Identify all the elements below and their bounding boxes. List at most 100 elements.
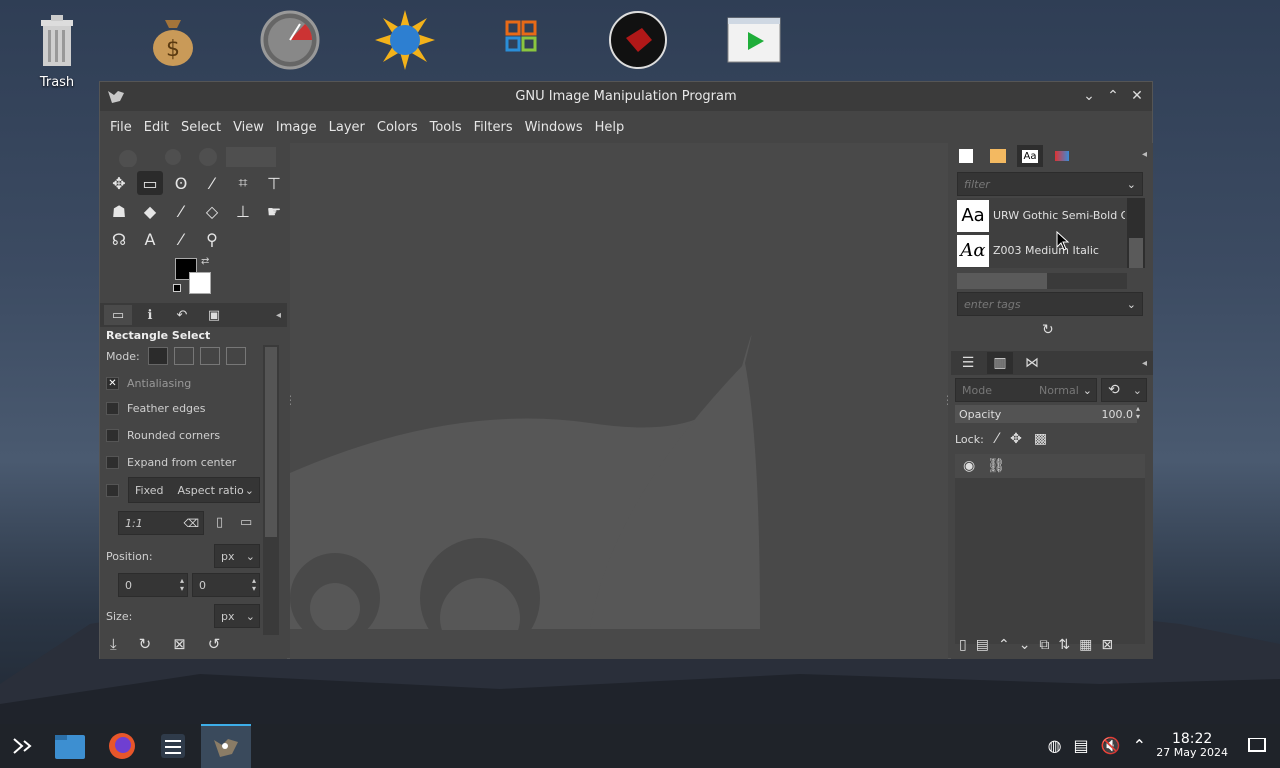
chain-icon[interactable]: ⛓: [987, 458, 1005, 474]
reset-options-icon[interactable]: ↺: [208, 635, 221, 653]
tags-input[interactable]: enter tags ⌄: [957, 292, 1143, 316]
show-desktop-icon[interactable]: [1248, 738, 1266, 752]
clear-field-icon[interactable]: ⌫: [183, 517, 199, 530]
ratio-field[interactable]: 1:1 ⌫: [118, 511, 204, 535]
move-tool-icon[interactable]: ✥: [106, 171, 132, 195]
fixed-checkbox[interactable]: [106, 483, 119, 497]
list-item[interactable]: Aa URW Gothic Semi-Bold Oblique: [957, 198, 1127, 233]
font-list-scrollbar[interactable]: [1127, 198, 1145, 268]
size-unit-select[interactable]: px ⌄: [214, 604, 260, 628]
left-dock-handle[interactable]: ⋮: [290, 393, 296, 407]
antialiasing-row[interactable]: ✕ Antialiasing: [106, 373, 191, 393]
configure-tab-icon[interactable]: ◂: [1142, 358, 1147, 369]
new-group-icon[interactable]: ▤: [976, 637, 989, 653]
raise-layer-icon[interactable]: ⌃: [998, 637, 1010, 653]
delete-options-icon[interactable]: ⊠: [173, 635, 186, 653]
minimize-button[interactable]: ⌄: [1080, 86, 1098, 106]
rounded-corners-checkbox[interactable]: [106, 428, 119, 442]
lock-alpha-icon[interactable]: ▩: [1034, 431, 1047, 447]
desktop-office[interactable]: [486, 10, 556, 73]
smudge-tool-icon[interactable]: ☛: [261, 199, 287, 223]
position-unit-select[interactable]: px ⌄: [214, 544, 260, 568]
bucket-fill-tool-icon[interactable]: ◆: [137, 199, 163, 223]
spinner-icon[interactable]: ▴ ▾: [1136, 405, 1140, 421]
composite-mode-select[interactable]: ⟲ ⌄: [1101, 378, 1147, 402]
maximize-button[interactable]: ⌃: [1104, 86, 1122, 106]
color-picker-tool-icon[interactable]: ⁄: [168, 227, 194, 251]
desktop-globe[interactable]: [370, 10, 440, 73]
zoom-tool-icon[interactable]: ⚲: [199, 227, 225, 251]
restore-options-icon[interactable]: ↻: [139, 635, 152, 653]
mode-subtract-icon[interactable]: [199, 347, 220, 365]
spinner-icon[interactable]: ▴ ▾: [252, 577, 256, 593]
menu-colors[interactable]: Colors: [371, 120, 424, 135]
mask-layer-icon[interactable]: ▦: [1079, 637, 1092, 653]
image-canvas[interactable]: ⋮ ⋮: [290, 143, 948, 659]
duplicate-layer-icon[interactable]: ⧉: [1039, 637, 1049, 653]
titlebar[interactable]: GNU Image Manipulation Program ⌄ ⌃ ✕: [100, 82, 1152, 111]
list-item[interactable]: Aα Z003 Medium Italic: [957, 233, 1127, 268]
taskbar-firefox[interactable]: [99, 724, 145, 768]
tool-options-scrollbar[interactable]: [263, 345, 279, 635]
desktop-trash[interactable]: Trash: [22, 10, 92, 90]
menu-select[interactable]: Select: [175, 120, 227, 135]
delete-layer-icon[interactable]: ⊠: [1101, 637, 1113, 653]
tab-brushes-icon[interactable]: [953, 145, 979, 167]
menu-filters[interactable]: Filters: [468, 120, 519, 135]
tab-paths-icon[interactable]: ⋈: [1019, 352, 1045, 374]
menu-help[interactable]: Help: [589, 120, 631, 135]
clone-tool-icon[interactable]: ⊥: [230, 199, 256, 223]
network-icon[interactable]: ◍: [1048, 736, 1062, 755]
landscape-icon[interactable]: ▭: [240, 515, 252, 530]
rounded-corners-row[interactable]: Rounded corners: [106, 425, 220, 445]
fixed-dropdown[interactable]: Fixed Aspect ratio ⌄: [128, 477, 260, 503]
expand-center-row[interactable]: Expand from center: [106, 452, 236, 472]
portrait-icon[interactable]: ▯: [216, 515, 223, 530]
menu-tools[interactable]: Tools: [424, 120, 468, 135]
opacity-slider[interactable]: Opacity 100.0: [955, 405, 1137, 423]
eye-icon[interactable]: ◉: [963, 458, 975, 474]
default-colors-icon[interactable]: [173, 284, 181, 292]
taskbar-settings[interactable]: [150, 724, 196, 768]
tab-device-status-icon[interactable]: ℹ: [136, 305, 164, 325]
right-dock-handle[interactable]: ⋮: [942, 393, 948, 407]
feather-edges-row[interactable]: Feather edges: [106, 398, 206, 418]
position-x-input[interactable]: 0 ▴ ▾: [118, 573, 188, 597]
clock[interactable]: 18:22 27 May 2024: [1156, 732, 1228, 760]
tab-layers-icon[interactable]: ☰: [955, 352, 981, 374]
refresh-fonts-icon[interactable]: ↻: [1042, 322, 1054, 338]
layer-mode-select[interactable]: Mode Normal ⌄: [955, 378, 1097, 402]
transform-tool-icon[interactable]: ⊤: [261, 171, 287, 195]
tab-channels-icon[interactable]: ▥: [987, 352, 1013, 374]
app-launcher[interactable]: [0, 724, 46, 768]
eraser-tool-icon[interactable]: ◇: [199, 199, 225, 223]
mode-intersect-icon[interactable]: [225, 347, 246, 365]
paintbrush-tool-icon[interactable]: ⁄: [168, 199, 194, 223]
expand-center-checkbox[interactable]: [106, 455, 119, 469]
tab-document-history-icon[interactable]: [1049, 145, 1075, 167]
mode-add-icon[interactable]: [173, 347, 194, 365]
font-hscrollbar[interactable]: [957, 273, 1127, 289]
layers-list[interactable]: ◉ ⛓: [955, 454, 1145, 644]
merge-layer-icon[interactable]: ⇅: [1058, 637, 1070, 653]
lock-pixels-icon[interactable]: ⁄: [996, 431, 998, 447]
tab-images-icon[interactable]: ▣: [200, 305, 228, 325]
desktop-red-app[interactable]: [603, 10, 673, 73]
taskbar-gimp[interactable]: [201, 724, 251, 768]
lower-layer-icon[interactable]: ⌄: [1019, 637, 1031, 653]
background-color[interactable]: [189, 272, 211, 294]
menu-image[interactable]: Image: [270, 120, 323, 135]
position-y-input[interactable]: 0 ▴ ▾: [192, 573, 260, 597]
lasso-tool-icon[interactable]: ʘ: [168, 171, 194, 195]
fg-bg-colors[interactable]: ⇄: [173, 256, 215, 296]
menu-windows[interactable]: Windows: [519, 120, 589, 135]
new-layer-icon[interactable]: ▯: [959, 637, 967, 653]
feather-edges-checkbox[interactable]: [106, 401, 119, 415]
crop-tool-icon[interactable]: ⌗: [230, 171, 256, 195]
desktop-money[interactable]: $: [138, 10, 208, 73]
save-options-icon[interactable]: ⤓: [110, 635, 117, 653]
volume-muted-icon[interactable]: 🔇: [1101, 736, 1121, 755]
menu-edit[interactable]: Edit: [138, 120, 175, 135]
menu-layer[interactable]: Layer: [323, 120, 371, 135]
antialiasing-checkbox[interactable]: ✕: [106, 376, 119, 390]
